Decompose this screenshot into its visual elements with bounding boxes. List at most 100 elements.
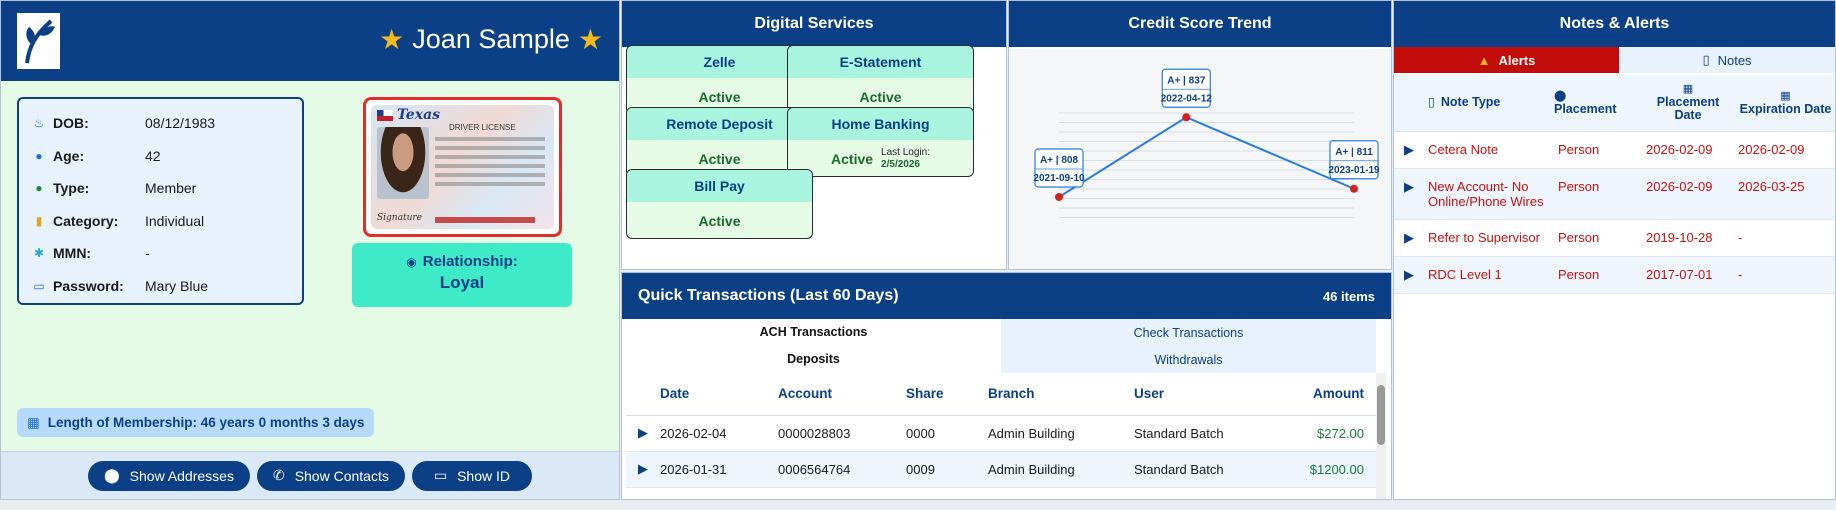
cell-share: 0009	[906, 451, 988, 488]
license-photo	[377, 127, 429, 199]
note-row[interactable]: ▶ New Account- No Online/Phone Wires Perso…	[1394, 168, 1835, 220]
col-date[interactable]: Date	[660, 373, 778, 416]
clock-icon: ●	[35, 148, 43, 163]
cell-date: 2017-07-01	[1642, 256, 1734, 294]
cell-date: 2019-10-28	[1642, 219, 1734, 257]
cell-branch: Admin Building	[988, 415, 1134, 452]
expand-row-icon[interactable]: ▶	[1394, 219, 1424, 257]
license-state: Texas	[397, 107, 441, 123]
expand-row-icon[interactable]: ▶	[1394, 168, 1424, 220]
note-row[interactable]: ▶ RDC Level 1 Person 2017-07-01-	[1394, 256, 1835, 294]
service-card-bill-pay[interactable]: Bill Pay Active	[626, 169, 813, 239]
tab-withdrawals[interactable]: Withdrawals	[1001, 346, 1376, 373]
service-name: Zelle	[627, 46, 812, 78]
service-status-text: Active	[831, 151, 874, 167]
service-status-text: Active	[698, 89, 741, 105]
service-card-home-banking[interactable]: Home Banking Active Last Login: 2/5/2026	[787, 107, 974, 177]
col-note-type[interactable]: ▯ Note Type	[1424, 75, 1554, 132]
member-header: ★ Joan Sample ★	[1, 1, 619, 81]
data-point[interactable]	[1055, 193, 1063, 201]
info-row: ● Age: 42	[31, 140, 290, 173]
data-point[interactable]	[1350, 184, 1358, 193]
col-account[interactable]: Account	[778, 373, 906, 416]
service-name: Home Banking	[788, 108, 973, 140]
col-amount[interactable]: Amount	[1284, 373, 1376, 416]
service-card-remote-deposit[interactable]: Remote Deposit Active	[626, 107, 813, 177]
show-contacts-button[interactable]: ✆ Show Contacts	[256, 460, 405, 491]
col-placement[interactable]: ⬤ Placement	[1554, 75, 1642, 132]
col-placement-date[interactable]: ▦ Placement Date	[1642, 75, 1734, 132]
tab-deposits[interactable]: Deposits	[626, 346, 1001, 373]
service-card-zelle[interactable]: Zelle Active	[626, 45, 813, 115]
credit-score-title: Credit Score Trend	[1009, 1, 1391, 47]
table-row[interactable]: ▶ 2026-02-04 0000028803 0000 Admin Building S…	[626, 415, 1376, 452]
calendar-cake-icon: ♨	[33, 116, 45, 131]
note-row[interactable]: ▶ Cetera Note Person 2026-02-09 2026-02-09	[1394, 131, 1835, 169]
cell-date: 2026-02-09	[1642, 168, 1734, 220]
handshake-icon: ◉	[406, 255, 417, 269]
col-expiration-date[interactable]: ▦ Expiration Date	[1734, 75, 1835, 132]
col-branch[interactable]: Branch	[988, 373, 1134, 416]
license-doc-type: DRIVER LICENSE	[449, 123, 516, 132]
service-name: E-Statement	[788, 46, 973, 78]
show-id-button[interactable]: ▭ Show ID	[411, 460, 533, 491]
cell-empty	[906, 487, 988, 499]
note-row[interactable]: ▶ Refer to Supervisor Person 2019-10-28-	[1394, 219, 1835, 257]
cell-exp: -	[1734, 256, 1835, 294]
transaction-type-tabs: ACH Transactions Check Transactions	[626, 319, 1376, 346]
notes-alerts-title: Notes & Alerts	[1394, 1, 1835, 47]
tab-alerts[interactable]: ▲ Alerts	[1394, 47, 1619, 73]
col-user[interactable]: User	[1134, 373, 1284, 416]
data-label-date: 2022-04-12	[1161, 93, 1213, 104]
expand-row-icon[interactable]: ▶	[626, 451, 660, 488]
show-addresses-label: Show Addresses	[129, 467, 234, 484]
service-status: Active	[627, 202, 812, 238]
col-share[interactable]: Share	[906, 373, 988, 416]
tab-alerts-label: Alerts	[1498, 52, 1536, 68]
service-name: Bill Pay	[627, 170, 812, 202]
item-count: 46 items	[1322, 288, 1375, 304]
transactions-scrollbar[interactable]	[1376, 373, 1386, 499]
show-contacts-label: Show Contacts	[294, 467, 389, 484]
data-label-date: 2023-01-19	[1328, 165, 1380, 176]
notes-table: ▯ Note Type ⬤ Placement ▦ Placement Date ▦ E…	[1394, 75, 1835, 294]
member-name-text: Joan Sample	[412, 24, 570, 54]
service-status-text: Active	[698, 151, 741, 167]
tab-check-transactions[interactable]: Check Transactions	[1001, 319, 1376, 346]
info-value: -	[145, 245, 150, 262]
star-icon: ★	[379, 24, 405, 55]
tab-ach-transactions[interactable]: ACH Transactions	[626, 319, 1001, 346]
info-row: ✱ MMN: -	[31, 237, 290, 270]
expand-row-icon[interactable]: ▶	[1394, 131, 1424, 169]
info-value: 08/12/1983	[145, 115, 216, 132]
expand-col	[626, 373, 660, 416]
cell-exp: 2026-03-25	[1734, 168, 1835, 220]
notes-alerts-panel: Notes & Alerts ▲ Alerts ▯ Notes ▯ Note Ty…	[1393, 0, 1836, 500]
last-login: Last Login: 2/5/2026	[881, 147, 930, 171]
digital-services-title: Digital Services	[622, 1, 1006, 47]
cell-type: RDC Level 1	[1424, 256, 1554, 294]
expand-row-icon[interactable]: ▶	[1394, 256, 1424, 294]
info-value: 42	[145, 147, 161, 164]
cell-placement: Person	[1554, 256, 1642, 294]
table-row[interactable]: ▶ 2026-01-31 0006564764 0009 Admin Building S…	[626, 451, 1376, 488]
last-login-label: Last Login:	[881, 147, 930, 158]
license-signature: Signature	[377, 213, 423, 223]
relationship-value: Loyal	[439, 273, 485, 292]
drivers-license-image[interactable]: Texas DRIVER LICENSE Signature	[363, 97, 562, 237]
info-label: DOB:	[53, 115, 89, 132]
cell-empty	[1134, 487, 1284, 499]
service-status-text: Active	[859, 89, 902, 105]
cell-empty	[1284, 487, 1376, 499]
member-name: ★ Joan Sample ★	[379, 23, 603, 56]
expand-row-icon[interactable]: ▶	[626, 415, 660, 452]
cell-date: 2026-02-04	[660, 415, 778, 452]
tab-notes[interactable]: ▯ Notes	[1619, 47, 1835, 73]
info-row: ▮ Category: Individual	[31, 205, 290, 238]
data-point[interactable]	[1182, 113, 1191, 122]
show-addresses-button[interactable]: ⬤ Show Addresses	[87, 460, 250, 491]
service-card-e-statement[interactable]: E-Statement Active	[787, 45, 974, 115]
cell-type: Refer to Supervisor	[1424, 219, 1554, 257]
tab-notes-label: Notes	[1717, 52, 1752, 68]
scrollbar-thumb[interactable]	[1377, 385, 1385, 445]
